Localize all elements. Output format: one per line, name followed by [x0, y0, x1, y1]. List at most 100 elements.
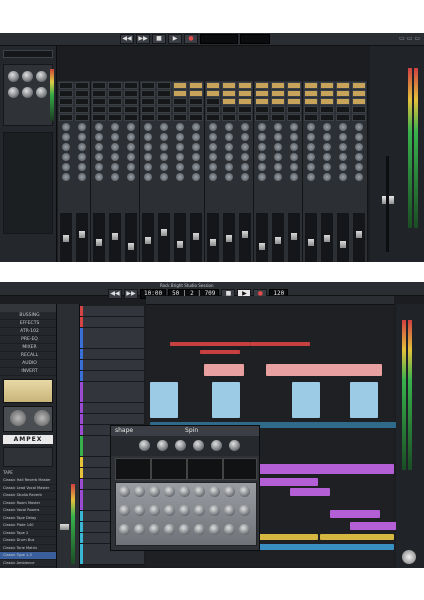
- plugin-knob[interactable]: [164, 524, 175, 535]
- insert-slot[interactable]: [270, 90, 285, 97]
- forward-button[interactable]: ▶▶: [136, 34, 150, 44]
- channel-knob[interactable]: [176, 153, 185, 161]
- channel-knob[interactable]: [355, 153, 364, 161]
- insert-slot[interactable]: [287, 98, 302, 105]
- channel-knob[interactable]: [127, 173, 136, 181]
- insert-slot[interactable]: [303, 114, 318, 121]
- insert-slot[interactable]: [319, 90, 334, 97]
- channel-knob[interactable]: [322, 123, 331, 131]
- insert-slot[interactable]: [254, 114, 269, 121]
- plugin-knob[interactable]: [239, 524, 250, 535]
- insert-slot[interactable]: [287, 114, 302, 121]
- plugin-knob[interactable]: [209, 486, 220, 497]
- channel-knob[interactable]: [355, 123, 364, 131]
- channel-knob[interactable]: [273, 163, 282, 171]
- channel-knob[interactable]: [192, 143, 201, 151]
- insert-slot[interactable]: [205, 114, 220, 121]
- plugin-top-knob[interactable]: [229, 440, 240, 451]
- insert-slot[interactable]: [59, 114, 73, 121]
- plugin-knob[interactable]: [194, 505, 205, 516]
- inspector-item[interactable]: INVERT: [0, 368, 56, 376]
- channel-knob[interactable]: [355, 143, 364, 151]
- channel-knob[interactable]: [62, 153, 70, 161]
- channel-knob[interactable]: [241, 163, 250, 171]
- preset-item[interactable]: Classic Tape 2: [0, 530, 56, 537]
- channel-knob[interactable]: [127, 123, 136, 131]
- channel-knob[interactable]: [110, 143, 119, 151]
- insert-slot[interactable]: [189, 98, 204, 105]
- insert-slot[interactable]: [319, 98, 334, 105]
- clip[interactable]: [250, 342, 310, 346]
- clip[interactable]: [204, 364, 244, 376]
- insert-slot[interactable]: [287, 106, 302, 113]
- preset-item[interactable]: Classic Ambience: [0, 560, 56, 567]
- insert-slot[interactable]: [140, 114, 155, 121]
- insert-slot[interactable]: [222, 98, 236, 105]
- insert-slot[interactable]: [156, 98, 171, 105]
- insert-slot[interactable]: [75, 106, 90, 113]
- channel-knob[interactable]: [273, 143, 282, 151]
- track-header[interactable]: [80, 327, 144, 339]
- insert-slot[interactable]: [124, 98, 139, 105]
- clip[interactable]: [258, 544, 394, 550]
- insert-slot[interactable]: [91, 98, 106, 105]
- channel-knob[interactable]: [176, 123, 185, 131]
- channel-knob[interactable]: [322, 133, 331, 141]
- inspector-hpf-knob[interactable]: [8, 87, 19, 98]
- channel-fader[interactable]: [209, 239, 216, 246]
- plugin-knob[interactable]: [149, 486, 160, 497]
- insert-slot[interactable]: [140, 106, 155, 113]
- insert-slot[interactable]: [205, 98, 220, 105]
- channel-knob[interactable]: [339, 173, 348, 181]
- track-header[interactable]: [80, 554, 144, 566]
- plugin-knob[interactable]: [224, 486, 235, 497]
- channel-knob[interactable]: [143, 143, 152, 151]
- channel-knob[interactable]: [273, 123, 282, 131]
- play-button[interactable]: ▶: [168, 34, 182, 44]
- insert-slot[interactable]: [173, 114, 188, 121]
- insert-slot[interactable]: [254, 98, 269, 105]
- plugin-knob[interactable]: [224, 524, 235, 535]
- insert-slot[interactable]: [352, 106, 367, 113]
- clip[interactable]: [258, 478, 318, 486]
- plugin-top-knob[interactable]: [157, 440, 168, 451]
- channel-knob[interactable]: [355, 173, 364, 181]
- insert-slot[interactable]: [75, 90, 90, 97]
- preset-item[interactable]: Classic Drum Bus: [0, 537, 56, 545]
- insert-slot[interactable]: [189, 106, 204, 113]
- channel-knob[interactable]: [94, 133, 103, 141]
- insert-slot[interactable]: [59, 82, 73, 89]
- insert-slot[interactable]: [91, 114, 106, 121]
- channel-knob[interactable]: [290, 163, 299, 171]
- insert-slot[interactable]: [124, 114, 139, 121]
- preset-item[interactable]: Classic Type 1-3: [0, 552, 56, 560]
- plugin-top-knob[interactable]: [193, 440, 204, 451]
- insert-slot[interactable]: [222, 82, 236, 89]
- channel-knob[interactable]: [62, 123, 70, 131]
- channel-knob[interactable]: [159, 173, 168, 181]
- channel-knob[interactable]: [176, 143, 185, 151]
- plugin-knob[interactable]: [134, 486, 145, 497]
- inspector-comp-knob[interactable]: [36, 71, 47, 82]
- plugin-knob[interactable]: [149, 524, 160, 535]
- insert-slot[interactable]: [352, 98, 367, 105]
- track-header[interactable]: [80, 306, 144, 317]
- channel-knob[interactable]: [192, 133, 201, 141]
- plugin-top-knob[interactable]: [175, 440, 186, 451]
- inspector-item[interactable]: EFFECTS: [0, 320, 56, 328]
- insert-slot[interactable]: [140, 90, 155, 97]
- channel-fader[interactable]: [356, 231, 363, 238]
- insert-slot[interactable]: [107, 106, 122, 113]
- insert-slot[interactable]: [173, 90, 188, 97]
- channel-knob[interactable]: [127, 133, 136, 141]
- inspector-item[interactable]: PRE-EQ: [0, 336, 56, 344]
- clip[interactable]: [212, 382, 240, 418]
- insert-slot[interactable]: [156, 82, 171, 89]
- channel-knob[interactable]: [290, 173, 299, 181]
- channel-knob[interactable]: [159, 143, 168, 151]
- channel-fader[interactable]: [63, 235, 69, 242]
- channel-knob[interactable]: [322, 143, 331, 151]
- channel-fader[interactable]: [340, 241, 347, 248]
- insert-slot[interactable]: [156, 114, 171, 121]
- clip[interactable]: [150, 382, 178, 418]
